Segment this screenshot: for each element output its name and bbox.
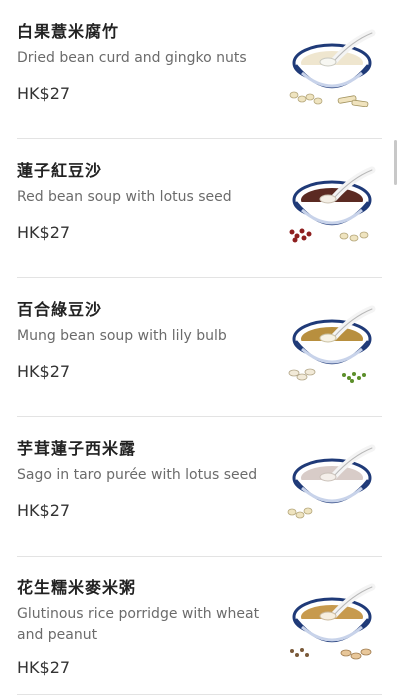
menu-item-price: HK$27 bbox=[17, 223, 71, 242]
menu-item-text: 芋茸蓮子西米露 Sago in taro purée with lotus se… bbox=[17, 439, 262, 486]
menu-item-text: 百合綠豆沙 Mung bean soup with lily bulb bbox=[17, 300, 262, 347]
menu-item-description: Dried bean curd and gingko nuts bbox=[17, 50, 247, 66]
divider bbox=[17, 138, 382, 139]
menu-item-text: 蓮子紅豆沙 Red bean soup with lotus seed bbox=[17, 161, 262, 208]
dessert-bowl-icon bbox=[290, 583, 376, 660]
menu-item-price: HK$27 bbox=[17, 84, 71, 103]
menu-item-title: 蓮子紅豆沙 bbox=[17, 161, 103, 180]
menu-item-title: 花生糯米麥米粥 bbox=[17, 578, 137, 597]
menu-item-description: Sago in taro purée with lotus seed bbox=[17, 467, 258, 483]
scrollbar[interactable] bbox=[394, 140, 397, 185]
menu-item-title: 芋茸蓮子西米露 bbox=[17, 439, 137, 458]
divider bbox=[17, 277, 382, 278]
menu-item-price: HK$27 bbox=[17, 658, 71, 677]
menu-item-price: HK$27 bbox=[17, 362, 71, 381]
menu-item-description: Glutinous rice porridge with wheat and p… bbox=[17, 606, 260, 643]
divider bbox=[17, 556, 382, 557]
menu-item-text: 白果薏米腐竹 Dried bean curd and gingko nuts bbox=[17, 22, 262, 69]
menu-item-price: HK$27 bbox=[17, 501, 71, 520]
menu-item-description: Mung bean soup with lily bulb bbox=[17, 328, 227, 344]
dessert-bowl-icon bbox=[289, 29, 376, 107]
dessert-bowl-icon bbox=[289, 166, 376, 243]
menu-item-title: 白果薏米腐竹 bbox=[17, 22, 120, 41]
menu-item-title: 百合綠豆沙 bbox=[17, 300, 103, 319]
menu-item-description: Red bean soup with lotus seed bbox=[17, 189, 232, 205]
menu-item-text: 花生糯米麥米粥 Glutinous rice porridge with whe… bbox=[17, 578, 262, 646]
dessert-bowl-icon bbox=[287, 444, 376, 519]
divider bbox=[17, 694, 382, 695]
dessert-bowl-icon bbox=[288, 305, 376, 383]
divider bbox=[17, 416, 382, 417]
